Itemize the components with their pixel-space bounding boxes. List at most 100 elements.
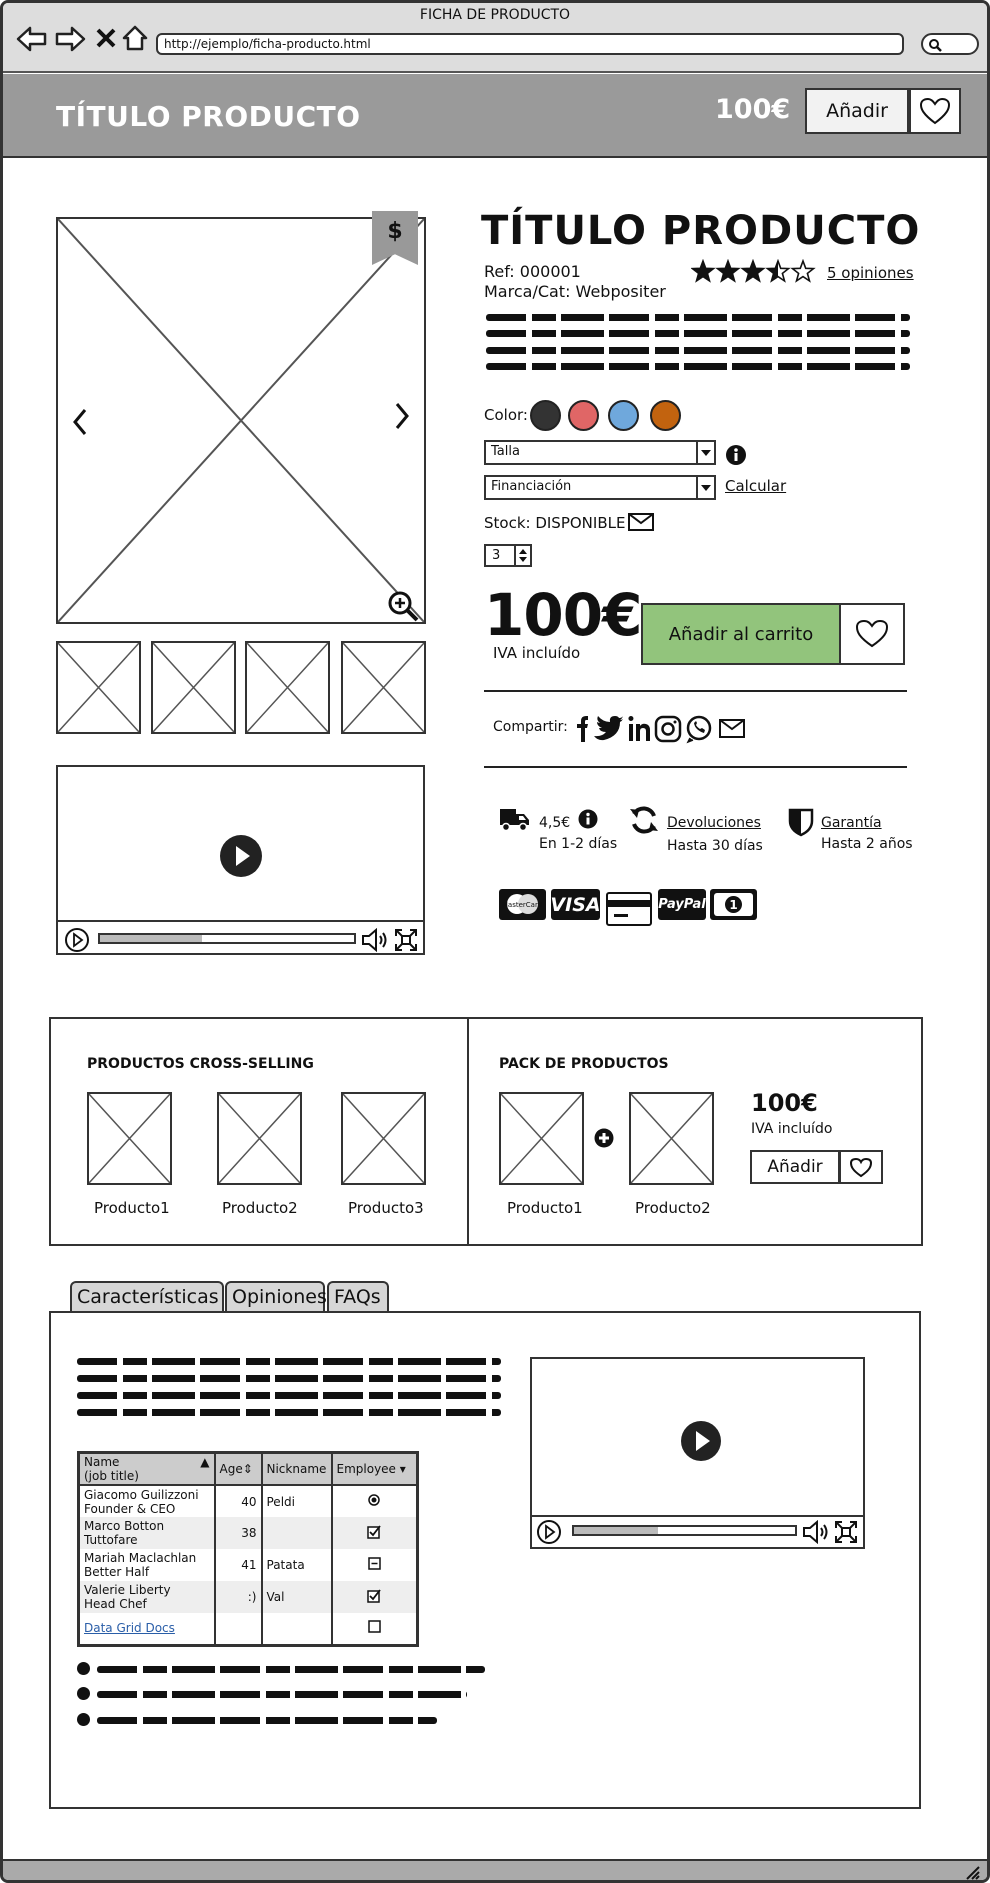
close-x-icon[interactable] <box>95 27 117 49</box>
grid-header-employee[interactable]: Employee ▾ <box>331 1452 419 1486</box>
checkbox-indeterminate-icon[interactable] <box>368 1557 381 1570</box>
volume-icon[interactable] <box>802 1520 830 1544</box>
envelope-icon[interactable] <box>628 512 654 532</box>
back-arrow-icon[interactable] <box>15 25 49 53</box>
quantity-stepper[interactable]: 3 <box>484 544 532 567</box>
grid-cell-age: 38 <box>214 1517 263 1549</box>
color-swatch-dark[interactable] <box>530 400 561 431</box>
thumbnail-4[interactable] <box>341 641 426 734</box>
tab-opiniones[interactable]: Opiniones <box>225 1281 327 1312</box>
chevron-down-icon <box>701 484 711 491</box>
video-progress-bar[interactable] <box>98 933 356 944</box>
grid-cell-employee[interactable] <box>331 1613 419 1645</box>
play-control-icon[interactable] <box>64 927 90 953</box>
add-to-cart-button[interactable]: Añadir al carrito <box>641 603 841 665</box>
grid-cell-employee[interactable] <box>331 1485 419 1517</box>
tab-faqs[interactable]: FAQs <box>327 1281 389 1312</box>
cross-product-name[interactable]: Producto2 <box>222 1199 298 1217</box>
grid-header-name[interactable]: Name ▲ (job title) <box>78 1452 216 1486</box>
grid-cell-employee[interactable] <box>331 1517 419 1549</box>
header-add-button[interactable]: Añadir <box>805 88 909 134</box>
tab-text-line <box>77 1392 501 1399</box>
cross-product-name[interactable]: Producto3 <box>348 1199 424 1217</box>
chevron-right-icon[interactable] <box>393 401 411 431</box>
returns-link[interactable]: Devoluciones <box>667 815 761 831</box>
home-icon[interactable] <box>121 24 149 52</box>
pack-title: PACK DE PRODUCTOS <box>499 1056 669 1072</box>
thumbnail-1[interactable] <box>56 641 141 734</box>
warranty-link[interactable]: Garantía <box>821 815 882 831</box>
data-grid: Name ▲ (job title) Age⇕ Nickname Employee… <box>77 1451 419 1647</box>
tab-video-player[interactable] <box>530 1357 865 1549</box>
wishlist-button[interactable] <box>839 603 905 665</box>
whatsapp-icon[interactable] <box>686 715 712 741</box>
pack-vat-note: IVA incluído <box>751 1121 833 1137</box>
chevron-left-icon[interactable] <box>71 407 89 437</box>
cross-product-name[interactable]: Producto1 <box>94 1199 170 1217</box>
grid-cell-age: 40 <box>214 1485 263 1517</box>
fullscreen-icon[interactable] <box>394 928 418 952</box>
url-field[interactable]: http://ejemplo/ficha-producto.html <box>156 33 904 55</box>
financing-select[interactable]: Financiación <box>484 475 716 500</box>
forward-arrow-icon[interactable] <box>53 25 87 53</box>
instagram-icon[interactable] <box>654 715 682 743</box>
volume-icon[interactable] <box>361 928 389 952</box>
fullscreen-icon[interactable] <box>834 1520 858 1544</box>
thumbnail-3[interactable] <box>245 641 330 734</box>
star-icon <box>790 259 816 283</box>
video-progress-bar[interactable] <box>572 1525 797 1536</box>
grid-header-age[interactable]: Age⇕ <box>214 1452 263 1486</box>
thumbnail-2[interactable] <box>151 641 236 734</box>
pack-price: 100€ <box>751 1089 818 1117</box>
info-icon[interactable] <box>725 444 747 466</box>
grid-cell-age: :) <box>214 1581 263 1613</box>
checkbox-checked-icon[interactable] <box>367 1524 381 1539</box>
twitter-icon[interactable] <box>594 716 623 741</box>
grid-header-nickname[interactable]: Nickname <box>261 1452 333 1486</box>
calculate-link[interactable]: Calcular <box>725 477 786 495</box>
facebook-icon[interactable] <box>577 716 588 742</box>
zoom-in-icon[interactable] <box>386 589 420 623</box>
pack-product-name[interactable]: Producto2 <box>635 1199 711 1217</box>
pack-wishlist-button[interactable] <box>839 1150 883 1184</box>
color-swatch-blue[interactable] <box>608 400 639 431</box>
video-player[interactable] <box>56 765 425 955</box>
browser-search-field[interactable] <box>921 33 979 55</box>
browser-window: FICHA DE PRODUCTO http://ejemplo/ficha-p… <box>0 0 990 1883</box>
cross-product-image-3[interactable] <box>341 1092 426 1185</box>
shipping-cost: 4,5€ <box>539 815 571 831</box>
cross-product-image-2[interactable] <box>217 1092 302 1185</box>
checkbox-checked-icon[interactable] <box>367 1588 381 1603</box>
description-line <box>486 330 910 337</box>
radio-selected-icon[interactable] <box>368 1494 380 1506</box>
tab-caracteristicas[interactable]: Características <box>70 1281 224 1312</box>
color-swatch-red[interactable] <box>568 400 599 431</box>
table-row: Data Grid Docs <box>78 1613 419 1645</box>
pack-product-name[interactable]: Producto1 <box>507 1199 583 1217</box>
size-select[interactable]: Talla <box>484 440 716 465</box>
linkedin-icon[interactable] <box>628 716 650 741</box>
bullet <box>77 1687 90 1700</box>
grid-cell-employee[interactable] <box>331 1581 419 1613</box>
play-icon[interactable] <box>219 834 263 878</box>
pack-product-image-2[interactable] <box>629 1092 714 1185</box>
table-row: Valerie Liberty Head Chef :) Val <box>78 1581 419 1613</box>
resize-grip-icon[interactable] <box>965 1865 981 1881</box>
grid-cell-employee[interactable] <box>331 1549 419 1581</box>
color-swatch-orange[interactable] <box>650 400 681 431</box>
quantity-arrows[interactable] <box>514 546 530 565</box>
reviews-link[interactable]: 5 opiniones <box>827 264 914 282</box>
play-icon[interactable] <box>680 1420 722 1462</box>
play-control-icon[interactable] <box>536 1519 562 1545</box>
header-wishlist-button[interactable] <box>909 88 961 134</box>
data-grid-docs-link[interactable]: Data Grid Docs <box>84 1621 175 1635</box>
star-icon <box>691 259 716 283</box>
bullet-text <box>97 1666 485 1673</box>
info-icon[interactable] <box>578 809 598 829</box>
pack-product-image-1[interactable] <box>499 1092 584 1185</box>
pack-add-button[interactable]: Añadir <box>750 1150 840 1184</box>
cross-product-image-1[interactable] <box>87 1092 172 1185</box>
main-product-image <box>56 217 426 624</box>
description-line <box>486 314 910 321</box>
checkbox-empty-icon[interactable] <box>368 1620 381 1633</box>
